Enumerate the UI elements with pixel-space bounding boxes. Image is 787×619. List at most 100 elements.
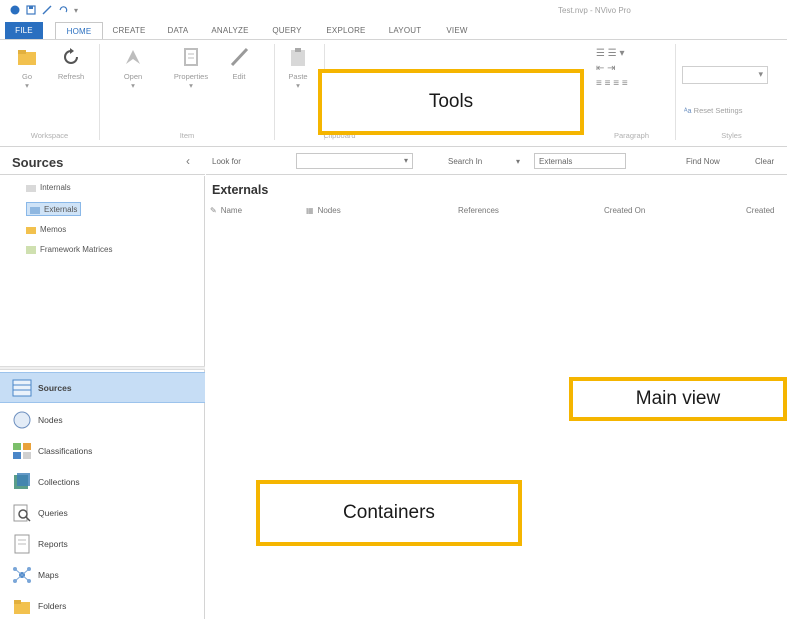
nav-item-maps[interactable]: Maps bbox=[0, 559, 205, 590]
column-created-on[interactable]: Created On bbox=[604, 206, 645, 215]
column-references[interactable]: References bbox=[458, 206, 499, 215]
refresh-label: Refresh bbox=[57, 72, 85, 81]
search-in-dropdown-icon[interactable]: ▾ bbox=[516, 157, 520, 166]
go-button[interactable]: Go ▾ bbox=[12, 46, 42, 90]
nav-item-collections[interactable]: Collections bbox=[0, 466, 205, 497]
nav-item-label: Collections bbox=[38, 476, 80, 487]
tools-callout: Tools bbox=[318, 69, 584, 135]
edit-button[interactable]: Edit bbox=[224, 46, 254, 81]
indent-increase-icon[interactable]: ⇥ bbox=[607, 63, 615, 74]
nav-item-classifications[interactable]: Classifications bbox=[0, 435, 205, 466]
styles-group-label: Styles bbox=[721, 131, 742, 140]
sort-icon: ✎ bbox=[210, 206, 217, 215]
save-icon[interactable] bbox=[26, 5, 36, 15]
nav-item-queries[interactable]: Queries bbox=[0, 497, 205, 528]
collapse-pane-icon[interactable]: ‹ bbox=[186, 154, 190, 168]
look-for-input[interactable]: ▾ bbox=[296, 153, 413, 169]
memos-folder-icon bbox=[26, 226, 36, 234]
item-group-label: Item bbox=[179, 131, 195, 140]
tab-layout[interactable]: LAYOUT bbox=[377, 22, 433, 39]
undo-icon[interactable] bbox=[58, 5, 68, 15]
look-for-dropdown-icon[interactable]: ▾ bbox=[404, 156, 408, 165]
indent-decrease-icon[interactable]: ⇤ bbox=[596, 63, 604, 74]
collections-icon bbox=[14, 472, 30, 489]
column-label: Nodes bbox=[317, 206, 341, 215]
column-label: Name bbox=[220, 206, 243, 215]
refresh-button[interactable]: Refresh bbox=[54, 46, 88, 81]
align-right-icon[interactable]: ≡ bbox=[613, 78, 619, 89]
tab-file[interactable]: FILE bbox=[5, 22, 43, 39]
internals-folder-icon bbox=[26, 184, 36, 192]
nav-item-nodes[interactable]: Nodes bbox=[0, 404, 205, 435]
style-select[interactable]: ▾ bbox=[682, 66, 768, 84]
paragraph-group-label: Paragraph bbox=[613, 131, 650, 140]
tree-item-memos[interactable]: Memos bbox=[26, 222, 66, 236]
nav-item-label: Sources bbox=[38, 382, 72, 393]
properties-label: Properties bbox=[173, 72, 209, 81]
go-folder-icon bbox=[18, 50, 36, 65]
reset-settings-icon: ᴬa bbox=[684, 106, 692, 115]
column-created-by[interactable]: Created bbox=[746, 206, 774, 215]
nodes-column-icon: ▦ bbox=[306, 206, 314, 215]
search-in-field[interactable]: Externals bbox=[534, 153, 626, 169]
edit-label: Edit bbox=[232, 72, 246, 81]
containers-callout: Containers bbox=[256, 480, 522, 546]
align-left-icon[interactable]: ≡ bbox=[596, 78, 602, 89]
numbering-icon[interactable]: ☰ bbox=[608, 48, 617, 59]
main-view-callout: Main view bbox=[569, 377, 787, 421]
edit-icon bbox=[230, 47, 249, 67]
properties-icon bbox=[184, 48, 198, 66]
search-in-label: Search In bbox=[448, 157, 483, 166]
align-center-icon[interactable]: ≡ bbox=[605, 78, 611, 89]
column-label: References bbox=[458, 206, 499, 215]
list-title: Externals bbox=[212, 183, 269, 197]
reset-settings-button[interactable]: ᴬa Reset Settings bbox=[684, 106, 742, 115]
tree-item-externals[interactable]: Externals bbox=[26, 202, 82, 216]
tab-home[interactable]: HOME bbox=[55, 22, 103, 39]
tab-view[interactable]: VIEW bbox=[433, 22, 481, 39]
tab-query[interactable]: QUERY bbox=[259, 22, 315, 39]
sources-header: Sources ‹ bbox=[0, 148, 205, 175]
column-nodes[interactable]: ▦ Nodes bbox=[306, 206, 341, 215]
properties-button[interactable]: Properties ▾ bbox=[168, 46, 214, 90]
sources-icon bbox=[12, 379, 32, 396]
nav-item-folders[interactable]: Folders bbox=[0, 590, 205, 619]
go-label: Go bbox=[21, 72, 32, 81]
nav-item-reports[interactable]: Reports bbox=[0, 528, 205, 559]
tab-data[interactable]: DATA bbox=[155, 22, 201, 39]
justify-icon[interactable]: ≡ bbox=[622, 78, 628, 89]
open-icon bbox=[126, 50, 140, 64]
open-button[interactable]: Open ▾ bbox=[118, 46, 148, 90]
paste-button[interactable]: Paste ▾ bbox=[283, 46, 313, 90]
classifications-icon bbox=[13, 442, 31, 459]
item-group: Open ▾ Properties ▾ Edit Item bbox=[100, 44, 275, 140]
clear-button[interactable]: Clear bbox=[755, 157, 774, 166]
sources-tree: Internals Externals Memos Framework Matr… bbox=[0, 176, 205, 366]
column-name[interactable]: ✎ Name bbox=[210, 206, 242, 215]
nav-item-label: Reports bbox=[38, 538, 68, 549]
find-now-button[interactable]: Find Now bbox=[686, 157, 720, 166]
edit-pencil-icon[interactable] bbox=[42, 5, 52, 15]
maps-icon bbox=[13, 566, 31, 583]
folders-icon bbox=[14, 599, 30, 614]
tree-item-internals[interactable]: Internals bbox=[26, 180, 71, 194]
paragraph-buttons[interactable]: ☰ ☰ ▾ ⇤ ⇥ ≡ ≡ ≡ ≡ bbox=[596, 46, 628, 91]
tab-explore[interactable]: EXPLORE bbox=[315, 22, 377, 39]
tab-analyze[interactable]: ANALYZE bbox=[201, 22, 259, 39]
tab-create[interactable]: CREATE bbox=[103, 22, 155, 39]
qat-dropdown-icon[interactable]: ▾ bbox=[74, 6, 78, 15]
reset-settings-label: Reset Settings bbox=[693, 106, 743, 115]
nav-item-sources[interactable]: Sources bbox=[0, 372, 205, 403]
nav-item-label: Folders bbox=[38, 600, 67, 611]
style-select-chevron-icon: ▾ bbox=[758, 69, 763, 79]
column-label: Created bbox=[746, 206, 775, 215]
tree-item-label: Externals bbox=[44, 204, 78, 214]
bullets-icon[interactable]: ☰ bbox=[596, 48, 605, 59]
styles-group: ▾ ᴬa Reset Settings Styles bbox=[676, 44, 787, 140]
queries-icon bbox=[13, 504, 31, 522]
ribbon-tabs: FILE HOME CREATE DATA ANALYZE QUERY EXPL… bbox=[0, 22, 787, 39]
tree-item-framework-matrices[interactable]: Framework Matrices bbox=[26, 242, 112, 256]
open-label: Open bbox=[123, 72, 143, 81]
reports-icon bbox=[14, 534, 30, 553]
sources-title: Sources bbox=[12, 155, 64, 170]
